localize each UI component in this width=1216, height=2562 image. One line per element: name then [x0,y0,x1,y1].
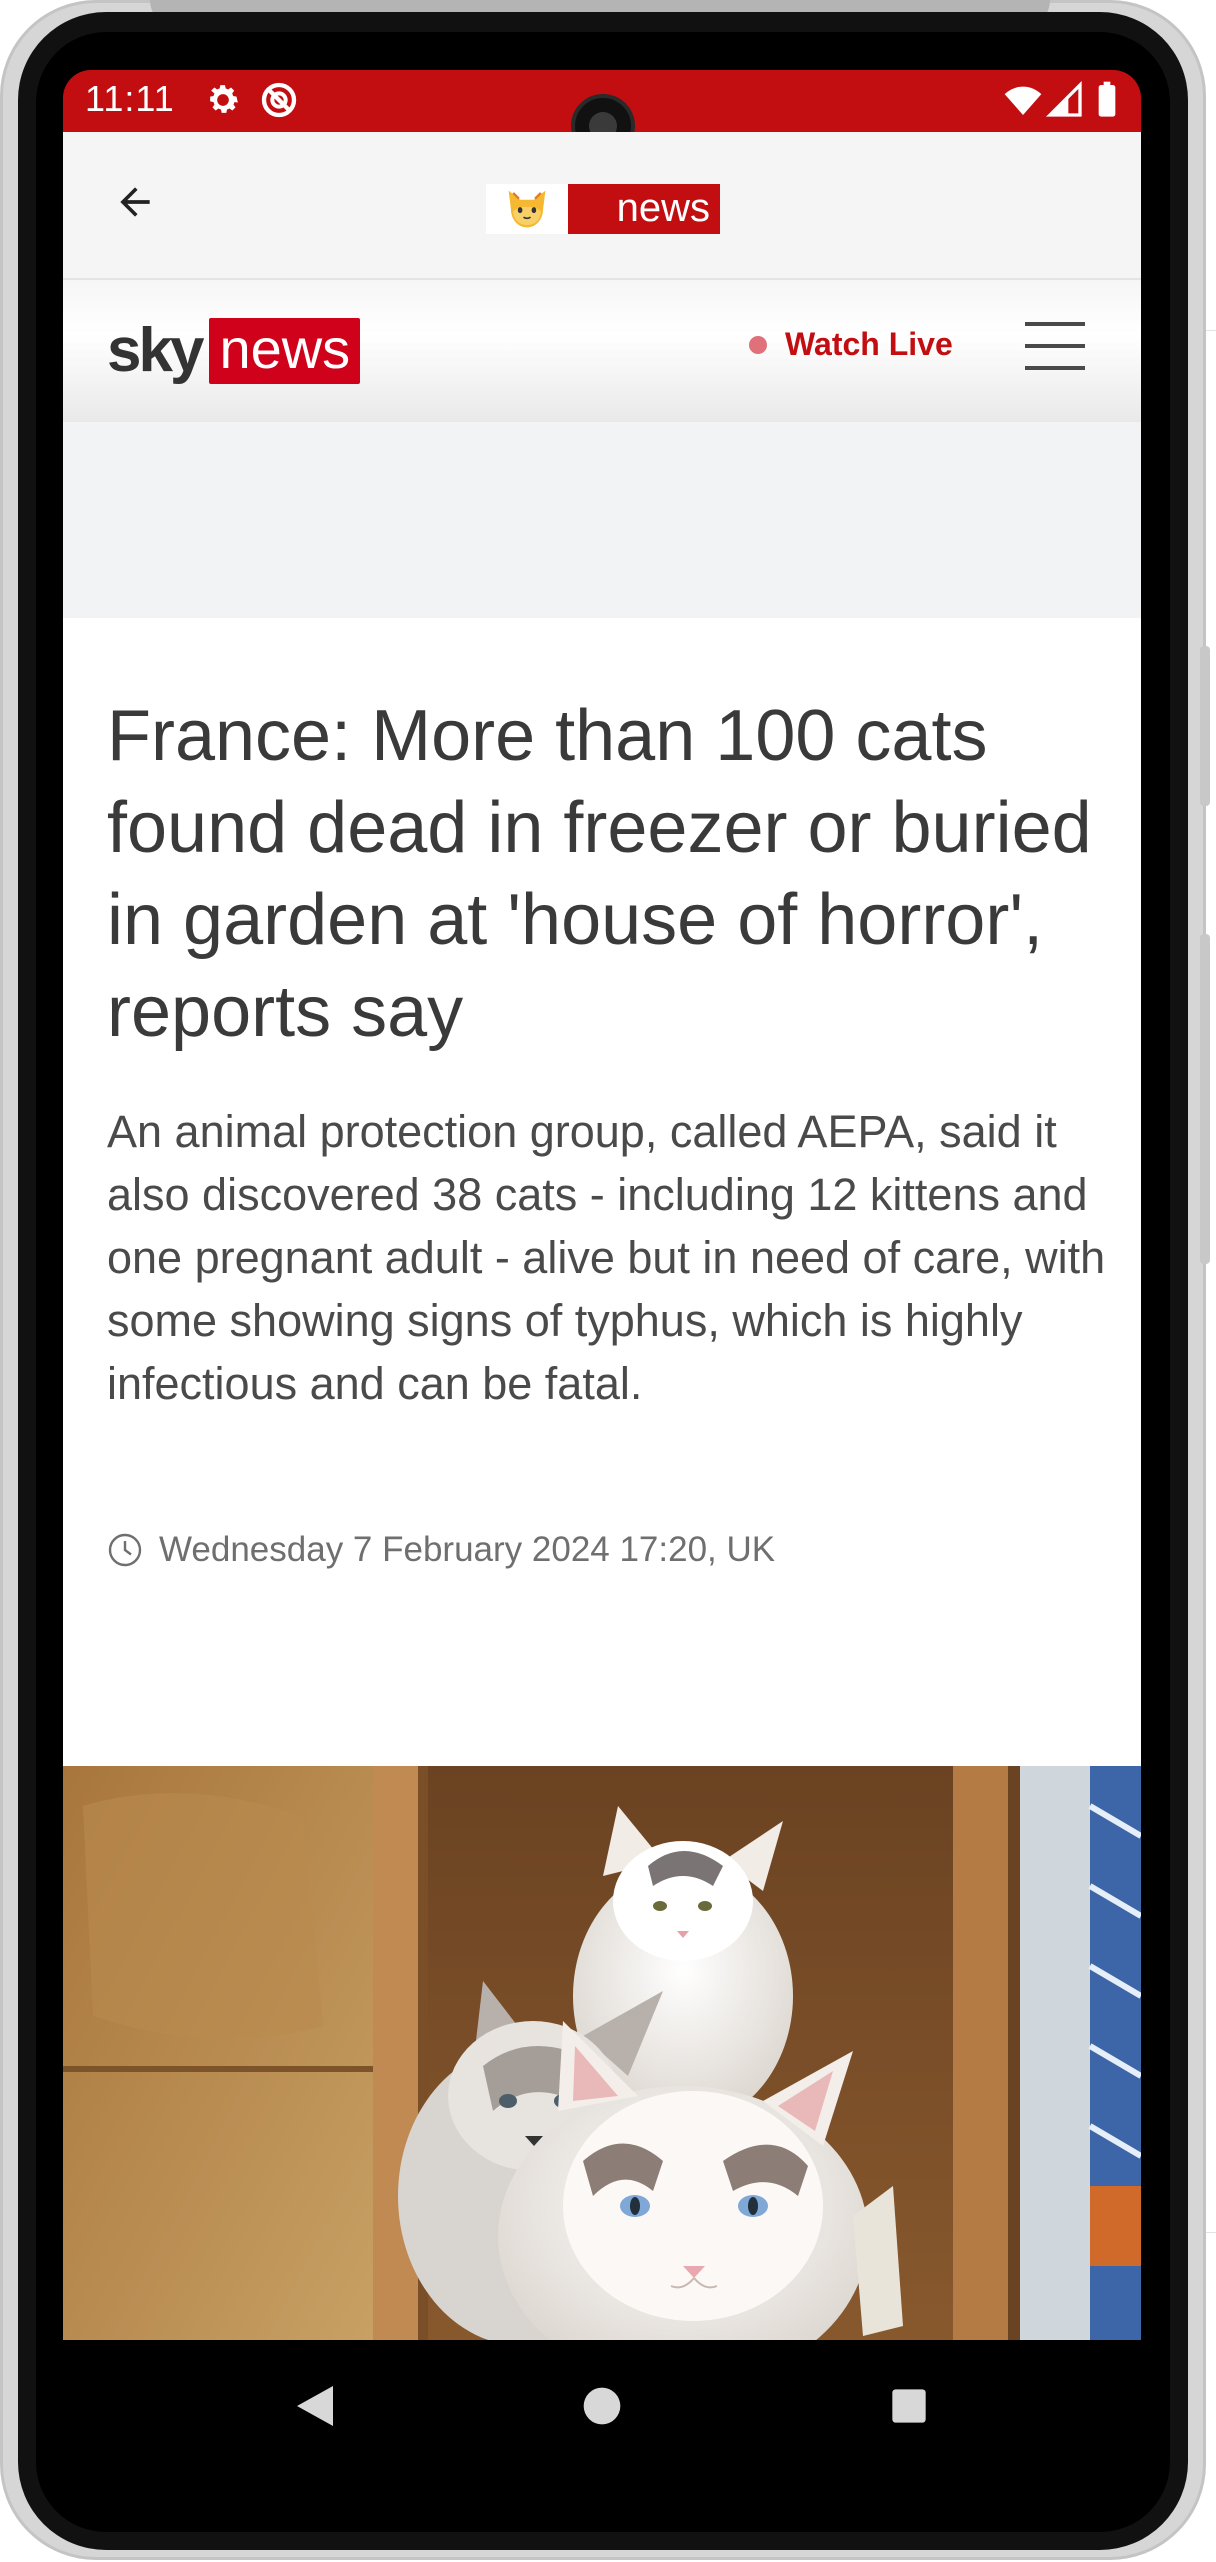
site-header: sky news Watch Live [63,280,1141,422]
home-circle-icon [583,2387,621,2425]
arrow-left-icon [120,187,150,217]
system-navigation-bar [63,2340,1141,2470]
clock-icon [108,1533,142,1567]
recents-square-icon [892,2389,926,2423]
logo-cat-emoji [486,184,568,234]
status-bar: 11:11 [63,70,1141,158]
signal-icon [1045,80,1082,117]
power-button [1200,934,1210,1264]
back-button[interactable] [103,170,167,234]
live-dot-icon [749,335,767,354]
do-not-disturb-icon [261,82,297,118]
sky-news-logo[interactable]: sky news [107,316,361,385]
webpage: sky news Watch Live France: More than 10… [63,280,1141,2414]
logo-sky-text: sky [107,316,204,385]
app-logo: news [486,184,720,234]
hamburger-menu-icon[interactable] [1025,320,1087,372]
back-triangle-icon [297,2386,333,2426]
nav-home-button[interactable] [572,2376,632,2436]
app-bar: news [63,132,1141,280]
article-standfirst: An animal protection group, called AEPA,… [107,1106,1106,1409]
logo-news-text: news [568,184,720,234]
article-headline: France: More than 100 cats found dead in… [107,696,1092,1052]
article-date: Wednesday 7 February 2024 17:20, UK [107,1530,775,1570]
volume-button [1200,646,1210,806]
nav-back-button[interactable] [285,2376,345,2436]
article-image[interactable] [63,1766,1141,2374]
nav-recents-button[interactable] [879,2376,939,2436]
wifi-icon [1004,86,1042,115]
article-date-text: Wednesday 7 February 2024 17:20, UK [159,1530,776,1569]
watch-live-link[interactable]: Watch Live [749,326,953,363]
screen: 11:11 news sky news Watch Live France: M… [63,70,1141,2470]
cat-face-icon [508,190,546,228]
logo-news-badge: news [209,318,361,384]
battery-icon [1098,81,1116,117]
ad-placeholder [63,422,1141,618]
watch-live-label: Watch Live [785,326,953,362]
status-time: 11:11 [85,78,175,119]
settings-icon [210,85,238,113]
cats-photo [63,1766,1141,2374]
